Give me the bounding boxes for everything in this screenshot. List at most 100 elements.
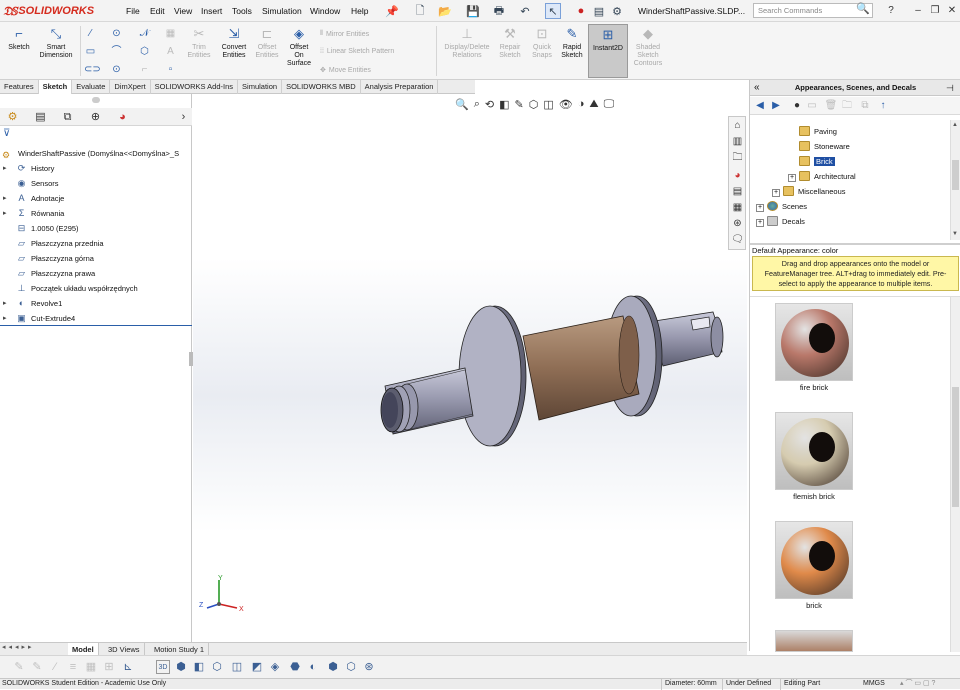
tab-evaluate[interactable]: Evaluate <box>72 80 111 94</box>
menu-view[interactable]: View <box>174 6 192 16</box>
polygon-icon[interactable]: ⬡ <box>138 46 151 57</box>
file-properties-icon[interactable]: ▤ <box>591 3 607 19</box>
scroll-down-icon[interactable]: ▼ <box>952 231 958 237</box>
swatch-flemish-brick[interactable] <box>775 412 853 490</box>
select-icon[interactable]: ↖ <box>545 3 561 19</box>
tree-item[interactable]: ▱ Płaszczyzna przednia <box>0 236 192 251</box>
slot-icon[interactable]: ⊂⊃ <box>84 64 101 75</box>
tab-addins[interactable]: SOLIDWORKS Add-Ins <box>151 80 239 94</box>
minimize-button[interactable]: – <box>911 3 925 17</box>
expand-plus-icon[interactable]: + <box>756 219 764 227</box>
tree-item[interactable]: ⊟ 1.0050 (E295) <box>0 221 192 236</box>
help-button[interactable]: ? <box>884 3 898 17</box>
back-icon[interactable]: ◀ <box>753 99 767 113</box>
3d-sketch-icon[interactable]: 3D <box>156 660 170 674</box>
menu-insert[interactable]: Insert <box>201 6 222 16</box>
smart-dimension-button[interactable]: ⤡ Smart Dimension <box>36 26 76 60</box>
menu-tools[interactable]: Tools <box>232 6 252 16</box>
sketch-button[interactable]: ⌐ Sketch <box>4 26 34 52</box>
repair-sketch-button[interactable]: ⚒ Repair Sketch <box>496 26 524 60</box>
delete-icon[interactable]: 🗑 <box>824 99 838 113</box>
scroll-up-icon[interactable]: ▲ <box>952 122 958 128</box>
sketch-tool-icon[interactable]: ▦ <box>84 660 98 674</box>
expand-arrow-icon[interactable]: ▸ <box>3 161 7 176</box>
feature-tool-icon[interactable]: ⬢ <box>174 660 188 674</box>
appearances-icon[interactable]: ◕ <box>730 169 745 183</box>
text-icon[interactable]: A <box>164 46 177 57</box>
new-icon[interactable]: 🗋 <box>412 3 428 19</box>
move-entities-button[interactable]: ✥ Move Entities <box>320 66 371 75</box>
search-commands-input[interactable]: Search Commands <box>753 3 873 18</box>
up-arrow-icon[interactable]: ↑ <box>876 99 890 113</box>
gallery-scroll-thumb[interactable] <box>952 387 959 507</box>
expand-plus-icon[interactable]: + <box>756 204 764 212</box>
shaded-sketch-contours-button[interactable]: ◆ Shaded Sketch Contours <box>630 26 666 68</box>
rebuild-icon[interactable]: ● <box>573 3 589 19</box>
feature-tool-icon[interactable]: ⬡ <box>210 660 224 674</box>
forum-icon[interactable]: ⊛ <box>730 217 745 231</box>
close-button[interactable]: ✕ <box>945 3 959 17</box>
offset-on-surface-button[interactable]: ◈ Offset On Surface <box>284 26 314 68</box>
tab-features[interactable]: Features <box>0 80 39 94</box>
units-status[interactable]: MMGS <box>860 679 888 690</box>
sketch-tool-icon[interactable]: ✎ <box>30 660 44 674</box>
add-folder-icon[interactable]: ▭ <box>805 99 819 113</box>
sketch-tool-icon[interactable]: ⊞ <box>102 660 116 674</box>
tree-scrollbar[interactable]: ▲ ▼ <box>950 120 960 240</box>
convert-entities-button[interactable]: ⇲ Convert Entities <box>216 26 252 60</box>
pin-pane-icon[interactable]: ⊣ <box>946 80 954 96</box>
expand-plus-icon[interactable]: + <box>772 189 780 197</box>
sketch-tool-icon[interactable]: ⁄ <box>48 660 62 674</box>
configuration-manager-tab-icon[interactable]: ⧉ <box>60 110 75 124</box>
menu-file[interactable]: File <box>126 6 140 16</box>
appearance-tree-item[interactable]: + Decals <box>756 214 805 229</box>
pane-splitter[interactable] <box>750 243 960 245</box>
feature-tool-icon[interactable]: ◈ <box>268 660 282 674</box>
menu-help[interactable]: Help <box>351 6 368 16</box>
shaft-model[interactable] <box>193 94 747 642</box>
scroll-thumb[interactable] <box>952 160 959 190</box>
tree-item[interactable]: ▸ Σ Równania <box>0 206 192 221</box>
design-library-icon[interactable]: ▥ <box>730 135 745 149</box>
rapid-sketch-button[interactable]: ✎ Rapid Sketch <box>558 26 586 60</box>
linear-sketch-pattern-button[interactable]: ⁞⁞ Linear Sketch Pattern <box>320 48 394 55</box>
tree-item[interactable]: ▸ ⟳ History <box>0 161 192 176</box>
home-icon[interactable]: ⌂ <box>730 119 745 133</box>
sketch-fillet-icon[interactable]: ⌐ <box>138 64 151 75</box>
fillet-icon[interactable]: ⊙ <box>110 64 123 75</box>
swatch-brick[interactable] <box>775 521 853 599</box>
rollback-bar[interactable] <box>0 325 192 326</box>
feature-tool-icon[interactable]: ⬡ <box>344 660 358 674</box>
expand-arrow-icon[interactable]: ▸ <box>3 296 7 311</box>
feature-tool-icon[interactable]: ◐ <box>306 660 320 674</box>
menu-window[interactable]: Window <box>310 6 340 16</box>
point-icon[interactable]: ▫ <box>164 64 177 75</box>
feature-tool-icon[interactable]: ⊛ <box>362 660 376 674</box>
print-icon[interactable]: 🖶 <box>491 3 507 19</box>
copy-icon[interactable]: ⧉ <box>858 99 872 113</box>
forward-icon[interactable]: ▶ <box>769 99 783 113</box>
tree-item[interactable]: ▱ Płaszczyzna górna <box>0 251 192 266</box>
status-arrows-icon[interactable]: ▴ ⌒ ▭ ▢ ? <box>900 679 935 689</box>
home-pane-icon[interactable]: ● <box>790 99 804 113</box>
tree-root[interactable]: ⚙ WinderShaftPassive (Domyślna<<Domyślna… <box>0 146 192 161</box>
property-manager-tab-icon[interactable]: ▤ <box>33 110 48 124</box>
mirror-entities-button[interactable]: ⫴ Mirror Entities <box>320 30 369 38</box>
rectangle-icon[interactable]: ▭ <box>84 46 97 57</box>
resources-icon[interactable]: 🗨 <box>730 233 745 247</box>
expand-plus-icon[interactable]: + <box>788 174 796 182</box>
appearance-tree-item[interactable]: + Scenes <box>756 199 807 214</box>
collapse-chevron-icon[interactable]: « <box>754 80 760 96</box>
tab-analysis-preparation[interactable]: Analysis Preparation <box>361 80 439 94</box>
appearance-tree-item[interactable]: + Architectural <box>788 169 856 184</box>
display-manager-tab-icon[interactable]: ◕ <box>115 110 130 124</box>
save-icon[interactable]: 💾 <box>465 3 481 19</box>
filter-icon[interactable]: ⊽ <box>3 128 10 139</box>
feature-tool-icon[interactable]: ◫ <box>230 660 244 674</box>
menu-simulation[interactable]: Simulation <box>262 6 302 16</box>
tab-sketch[interactable]: Sketch <box>38 80 73 94</box>
feature-tool-icon[interactable]: ⬣ <box>288 660 302 674</box>
solidworks-logo[interactable]: 𝔇𝕊 SOLIDWORKS <box>3 3 94 19</box>
open-folder-icon[interactable]: 🗀 <box>840 99 854 113</box>
appearance-tree-item[interactable]: Paving <box>799 124 837 139</box>
